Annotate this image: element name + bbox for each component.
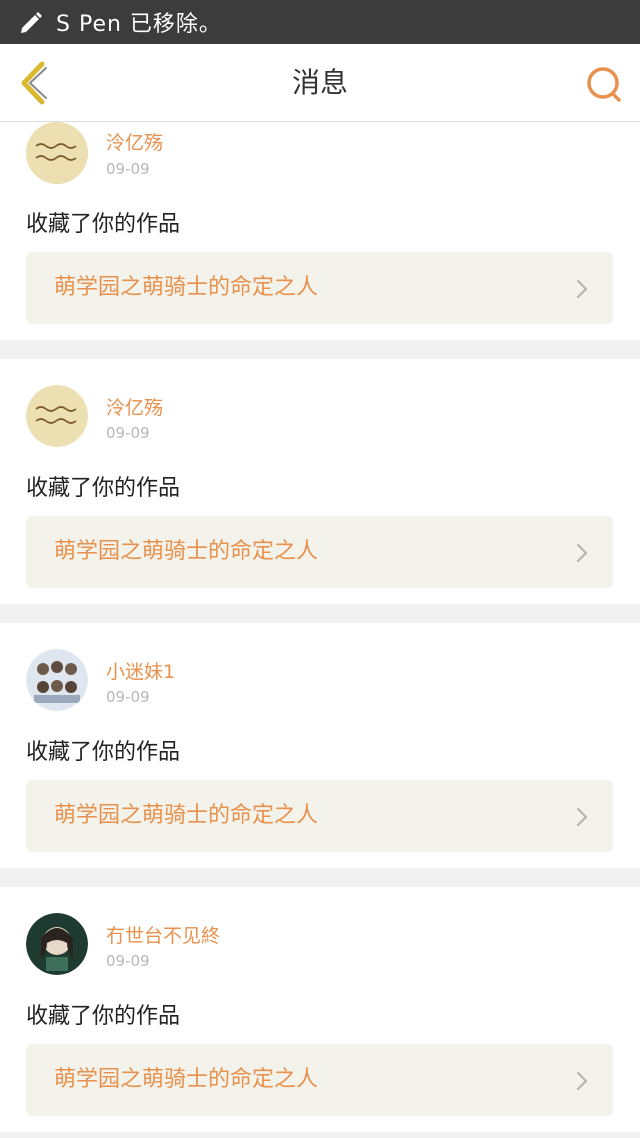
action-text: 收藏了你的作品: [26, 212, 181, 237]
username[interactable]: 冇世台不见終: [106, 921, 220, 948]
work-link[interactable]: 萌学园之萌骑士的命定之人: [26, 252, 613, 324]
work-title: 萌学园之萌骑士的命定之人: [54, 803, 319, 828]
chevron-right-icon: [576, 807, 588, 827]
work-link[interactable]: 萌学园之萌骑士的命定之人: [26, 780, 613, 852]
message-card: 泠亿殇 09-09 收藏了你的作品 萌学园之萌骑士的命定之人: [0, 359, 640, 604]
work-title: 萌学园之萌骑士的命定之人: [54, 539, 319, 564]
message-date: 09-09: [106, 160, 150, 178]
username[interactable]: 小迷妹1: [106, 657, 175, 684]
status-bar: S Pen 已移除。: [0, 0, 640, 44]
action-text: 收藏了你的作品: [26, 740, 181, 765]
chevron-right-icon: [576, 543, 588, 563]
message-card: 冇世台不见終 09-09 收藏了你的作品 萌学园之萌骑士的命定之人: [0, 887, 640, 1132]
message-date: 09-09: [106, 424, 150, 442]
pen-icon: [21, 12, 42, 33]
message-date: 09-09: [106, 688, 150, 706]
chevron-right-icon: [576, 1071, 588, 1091]
username[interactable]: 泠亿殇: [106, 393, 163, 420]
page-title: 消息: [291, 66, 348, 99]
avatar[interactable]: [26, 122, 88, 184]
message-card: 泠亿殇 09-09 收藏了你的作品 萌学园之萌骑士的命定之人: [0, 122, 640, 340]
message-date: 09-09: [106, 952, 150, 970]
action-text: 收藏了你的作品: [26, 476, 181, 501]
username[interactable]: 泠亿殇: [106, 128, 163, 155]
avatar[interactable]: [26, 649, 88, 711]
avatar[interactable]: [26, 913, 88, 975]
chevron-right-icon: [576, 279, 588, 299]
status-notification: S Pen 已移除。: [56, 12, 222, 37]
search-icon[interactable]: [584, 64, 624, 104]
work-link[interactable]: 萌学园之萌骑士的命定之人: [26, 516, 613, 588]
avatar[interactable]: [26, 385, 88, 447]
work-title: 萌学园之萌骑士的命定之人: [54, 275, 319, 300]
action-text: 收藏了你的作品: [26, 1004, 181, 1029]
message-card: 小迷妹1 09-09 收藏了你的作品 萌学园之萌骑士的命定之人: [0, 623, 640, 868]
work-link[interactable]: 萌学园之萌骑士的命定之人: [26, 1044, 613, 1116]
app-header: 消息: [0, 44, 640, 122]
work-title: 萌学园之萌骑士的命定之人: [54, 1067, 319, 1092]
